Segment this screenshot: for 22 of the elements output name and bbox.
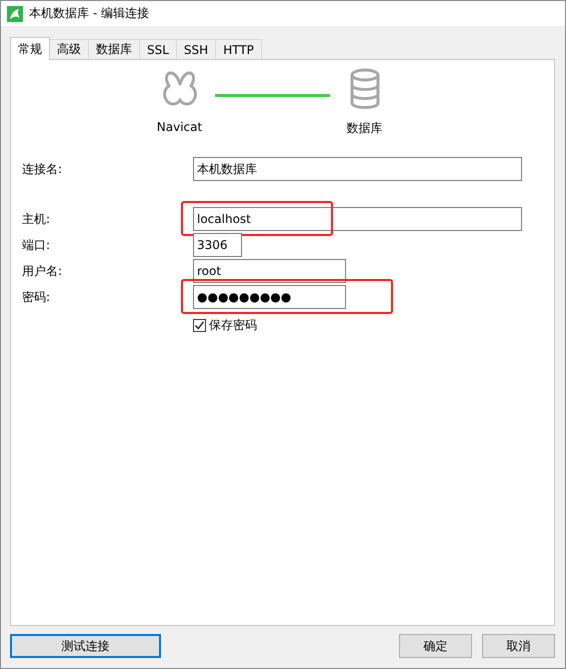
window-title: 本机数据库 - 编辑连接: [29, 5, 149, 22]
tab[interactable]: HTTP: [215, 39, 262, 59]
ok-button[interactable]: 确定: [399, 634, 472, 658]
input-field[interactable]: 本机数据库: [193, 157, 522, 181]
input-field[interactable]: root: [193, 259, 346, 283]
input-field[interactable]: ●●●●●●●●●: [193, 285, 346, 309]
navicat-label: Navicat: [156, 120, 202, 134]
field-label: 端口:: [22, 236, 52, 254]
input-field[interactable]: localhost: [193, 207, 522, 231]
database-icon: [348, 68, 380, 110]
cancel-button[interactable]: 取消: [482, 634, 555, 658]
test-connection-button[interactable]: 测试连接: [10, 634, 161, 658]
field-label: 连接名:: [22, 160, 64, 178]
field-label: 密码:: [22, 288, 52, 306]
checkbox-label: 保存密码: [209, 317, 257, 334]
dolphin-logo-icon: [7, 6, 23, 22]
tab[interactable]: 常规: [10, 37, 50, 60]
field-label: 主机:: [22, 210, 52, 228]
checkbox[interactable]: [193, 319, 206, 332]
field-label: 用户名:: [22, 262, 64, 280]
input-field[interactable]: 3306: [193, 233, 242, 257]
database-label: 数据库: [346, 120, 382, 137]
